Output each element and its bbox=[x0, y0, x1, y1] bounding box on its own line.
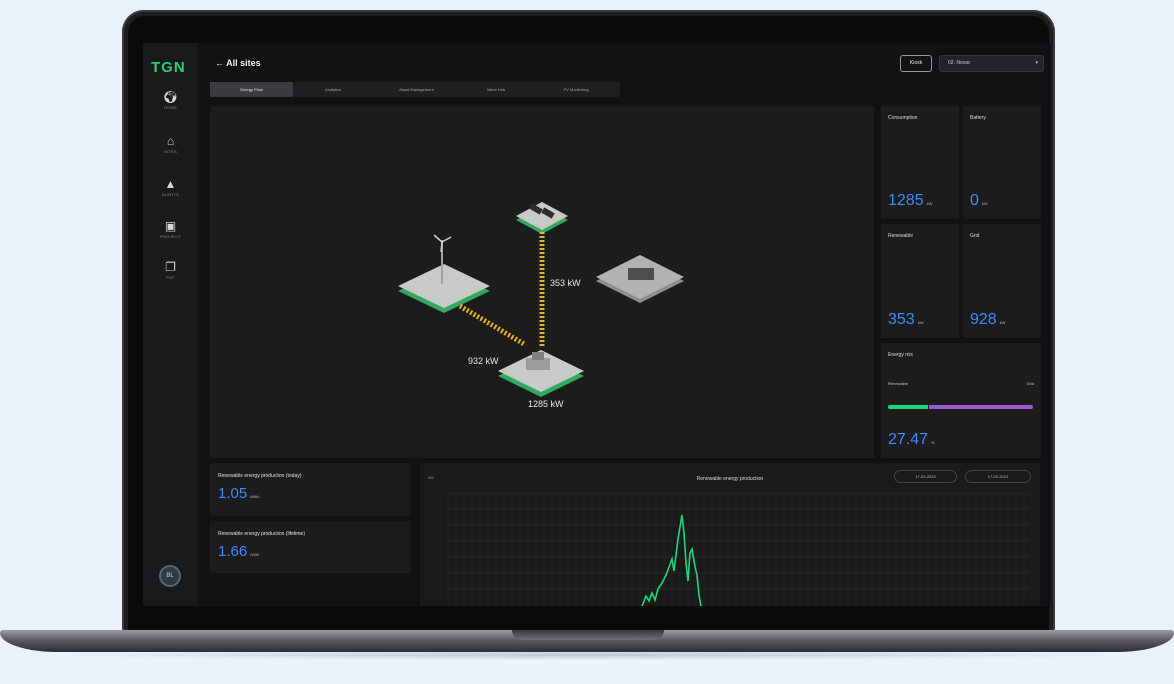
energy-flow-panel: 353 kW 932 kW 1285 kW bbox=[210, 106, 874, 458]
production-today-card: Renewable energy production (today) 1.05… bbox=[210, 463, 411, 516]
mix-grid-label: Grid bbox=[1026, 381, 1034, 386]
site-select[interactable]: 02. Novac ▾ bbox=[939, 55, 1044, 72]
grid-flow-label: 932 kW bbox=[468, 356, 499, 366]
avatar[interactable]: BL bbox=[159, 565, 181, 587]
laptop-notch bbox=[512, 630, 664, 640]
app-logo[interactable]: TGN bbox=[151, 59, 186, 76]
mix-grid-fill bbox=[929, 405, 1033, 409]
battery-tile bbox=[596, 255, 684, 303]
sidebar-item-alerts[interactable]: ▲ ALERTS bbox=[143, 177, 198, 198]
globe-icon: 🌍︎ bbox=[162, 90, 179, 104]
sidebar-item-label: PROJECT bbox=[160, 234, 181, 239]
production-lifetime-card: Renewable energy production (lifetime) 1… bbox=[210, 521, 411, 573]
stat-title: Renewable energy production (today) bbox=[218, 473, 302, 479]
tab-pv-monitoring[interactable]: PV Monitoring bbox=[532, 82, 620, 97]
sidebar: TGN 🌍︎ HOME ⌂ SITES ▲ ALERTS ▣ PROJECT ❐… bbox=[143, 43, 198, 606]
chart-grid bbox=[447, 492, 1030, 606]
consumption-card: Consumption 1285 kW bbox=[881, 106, 959, 219]
card-title: Consumption bbox=[888, 115, 918, 121]
production-chart-panel: kW Renewable energy production 17-09-202… bbox=[420, 463, 1040, 606]
tab-value-hub[interactable]: Value Hub bbox=[460, 82, 532, 97]
sidebar-item-sites[interactable]: ⌂ SITES bbox=[143, 134, 198, 155]
building-icon: ⌂ bbox=[166, 134, 175, 148]
alert-icon: ▲ bbox=[164, 177, 177, 191]
site-select-value: 02. Novac bbox=[948, 60, 971, 66]
card-value: 0 kW bbox=[970, 192, 988, 209]
tab-energy-flow[interactable]: Energy Flow bbox=[210, 82, 293, 97]
card-value: 353 kW bbox=[888, 311, 924, 328]
stat-value: 1.66 GWh bbox=[218, 543, 260, 560]
card-title: Battery bbox=[970, 115, 986, 121]
production-chart bbox=[447, 492, 1030, 606]
battery-card: Battery 0 kW bbox=[963, 106, 1041, 219]
sidebar-item-pdf[interactable]: ❐ PDF bbox=[143, 260, 198, 281]
tab-analytics[interactable]: Analytics bbox=[293, 82, 373, 97]
stat-title: Renewable energy production (lifetime) bbox=[218, 531, 305, 537]
card-value: 27.47% bbox=[888, 431, 935, 448]
card-value: 1285 kW bbox=[888, 192, 933, 209]
stat-value: 1.05 MWh bbox=[218, 485, 260, 502]
chevron-down-icon: ▾ bbox=[1035, 60, 1038, 66]
sidebar-item-label: SITES bbox=[163, 149, 178, 154]
laptop-shadow bbox=[40, 650, 1134, 660]
project-icon: ▣ bbox=[164, 219, 177, 233]
card-value: 928 kW bbox=[970, 311, 1006, 328]
grid-card: Grid 928 kW bbox=[963, 224, 1041, 338]
card-title: Grid bbox=[970, 233, 980, 239]
kiosk-button[interactable]: Kiosk bbox=[900, 55, 932, 72]
tab-bar: Energy Flow Analytics Asset Management V… bbox=[210, 82, 620, 97]
sidebar-item-label: ALERTS bbox=[161, 192, 180, 197]
energy-mix-bar bbox=[888, 405, 1033, 409]
back-label: All sites bbox=[226, 58, 261, 68]
card-title: Renewable bbox=[888, 233, 914, 239]
renewable-card: Renewable 353 kW bbox=[881, 224, 959, 338]
solar-flow-label: 353 kW bbox=[550, 278, 581, 288]
wind-flow-line bbox=[458, 303, 526, 347]
arrow-left-icon: ← bbox=[215, 58, 224, 68]
pdf-icon: ❐ bbox=[165, 260, 176, 274]
sidebar-item-home[interactable]: 🌍︎ HOME bbox=[143, 90, 198, 111]
app-screen: TGN 🌍︎ HOME ⌂ SITES ▲ ALERTS ▣ PROJECT ❐… bbox=[143, 43, 1051, 606]
load-flow-label: 1285 kW bbox=[528, 399, 564, 409]
sidebar-item-label: PDF bbox=[166, 275, 175, 280]
energy-mix-card: Energy mix Renewable Grid 27.47% bbox=[881, 343, 1041, 458]
solar-site-tile bbox=[516, 202, 568, 234]
wind-site-tile bbox=[398, 234, 490, 313]
tab-asset-management[interactable]: Asset Management bbox=[373, 82, 460, 97]
load-site-tile bbox=[498, 350, 584, 397]
back-link[interactable]: ← All sites bbox=[215, 58, 261, 68]
sidebar-item-label: HOME bbox=[163, 105, 178, 110]
sidebar-item-project[interactable]: ▣ PROJECT bbox=[143, 219, 198, 240]
mix-renewable-label: Renewable bbox=[888, 381, 909, 386]
card-title: Energy mix bbox=[888, 352, 914, 358]
mix-renewable-fill bbox=[888, 405, 928, 409]
